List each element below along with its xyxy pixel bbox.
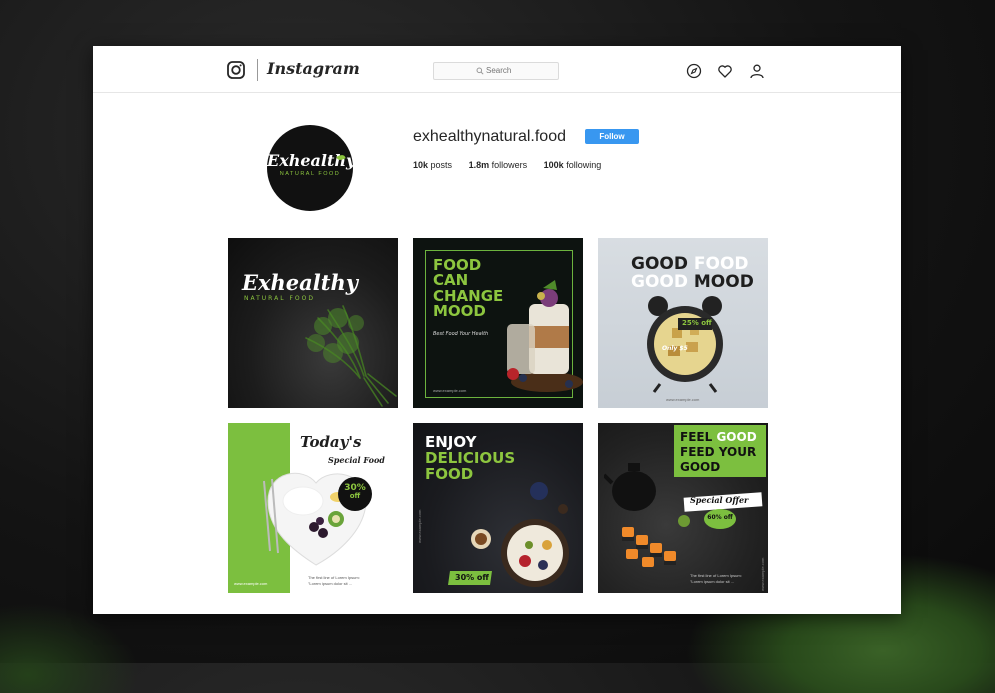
- post-thumbnail-1[interactable]: Exhealthy NATURAL FOOD: [228, 238, 398, 408]
- instagram-wordmark[interactable]: Instagram: [267, 59, 360, 78]
- avatar-brand-text: Exhealthy: [267, 151, 356, 170]
- teapot-image: [604, 463, 656, 511]
- profile-avatar[interactable]: Exhealthy NATURAL FOOD: [267, 125, 356, 211]
- post-title-line-2: FEED YOUR: [680, 445, 757, 459]
- search-icon: [476, 67, 484, 75]
- sushi-rolls-image: [622, 515, 690, 567]
- post-description-line-2: "Lorem ipsum dolor sit ...: [690, 579, 735, 584]
- avatar-brand-subtitle: NATURAL FOOD: [279, 171, 341, 177]
- post-url: www.example.com: [417, 509, 422, 543]
- post-title-line-1: FEEL GOOD: [680, 430, 757, 444]
- follow-button[interactable]: Follow: [585, 129, 639, 144]
- post-thumbnail-3[interactable]: GOOD FOOD GOOD MOOD 25% off Only $5 www.…: [598, 238, 768, 408]
- top-navigation-bar: Instagram: [93, 46, 901, 93]
- profile-username: exhealthynatural.food: [413, 128, 566, 145]
- post-url: www.example.com: [234, 581, 268, 586]
- post-thumbnail-4[interactable]: Today's Special Food 30% off www.example…: [228, 423, 398, 593]
- post-thumbnail-5[interactable]: ENJOY DELICIOUS FOOD 30% off www.example…: [413, 423, 583, 593]
- discount-badge-text: 30% off: [455, 573, 489, 582]
- compass-icon[interactable]: [686, 63, 702, 79]
- search-box[interactable]: [433, 62, 559, 80]
- post-title: FOOD CAN CHANGE MOOD: [433, 256, 504, 320]
- post-url: www.example.com: [760, 557, 765, 591]
- discount-circle: 30% off: [338, 477, 372, 511]
- heart-icon[interactable]: [717, 63, 733, 79]
- post-thumbnail-2[interactable]: FOOD CAN CHANGE MOOD Best Food Your Health …: [413, 238, 583, 408]
- post-title-line-1: ENJOY: [425, 433, 477, 451]
- post-description-line-1: The first line of Lorem Ipsum:: [690, 573, 742, 578]
- user-icon[interactable]: [749, 63, 765, 79]
- browser-window: Instagram Exhealthy NATURAL FOOD exhealt…: [93, 46, 901, 614]
- background-shadow: [0, 603, 140, 693]
- stat-followers[interactable]: 1.8m followers: [469, 160, 528, 170]
- search-input[interactable]: [486, 64, 556, 77]
- post-thumbnail-6[interactable]: FEEL GOOD FEED YOUR GOOD Special Offer 6…: [598, 423, 768, 593]
- yogurt-parfait-image: [507, 280, 583, 392]
- stat-following[interactable]: 100k following: [544, 160, 602, 170]
- post-title-line-1: GOOD FOOD: [631, 254, 749, 274]
- post-title-line-2: GOOD MOOD: [631, 272, 754, 292]
- post-brand: Exhealthy: [242, 270, 358, 295]
- stat-posts[interactable]: 10k posts: [413, 160, 452, 170]
- post-url: www.example.com: [666, 397, 700, 402]
- profile-stats: 10k posts 1.8m followers 100k following: [413, 160, 615, 170]
- discount-circle: 60% off: [704, 509, 736, 529]
- post-title-line-2: DELICIOUS: [425, 449, 516, 467]
- discount-badge-text: 25% off: [682, 319, 712, 327]
- instagram-camera-icon[interactable]: [227, 61, 245, 79]
- dill-herb-image: [305, 305, 397, 407]
- post-description-line-1: The first line of Lorem Ipsum:: [308, 575, 360, 580]
- post-title: Today's: [300, 433, 362, 451]
- alarm-clock-image: [647, 296, 723, 393]
- post-url: www.example.com: [433, 388, 467, 393]
- post-subtitle: Special Food: [328, 455, 385, 465]
- logo-divider: [257, 59, 258, 81]
- post-title-line-3: GOOD: [680, 460, 721, 474]
- post-description-line-2: "Lorem ipsum dolor sit ...: [308, 581, 353, 586]
- price-tag: Only $5: [662, 345, 688, 352]
- offer-text: Special Offer: [690, 495, 749, 505]
- post-tagline: Best Food Your Health: [433, 331, 489, 337]
